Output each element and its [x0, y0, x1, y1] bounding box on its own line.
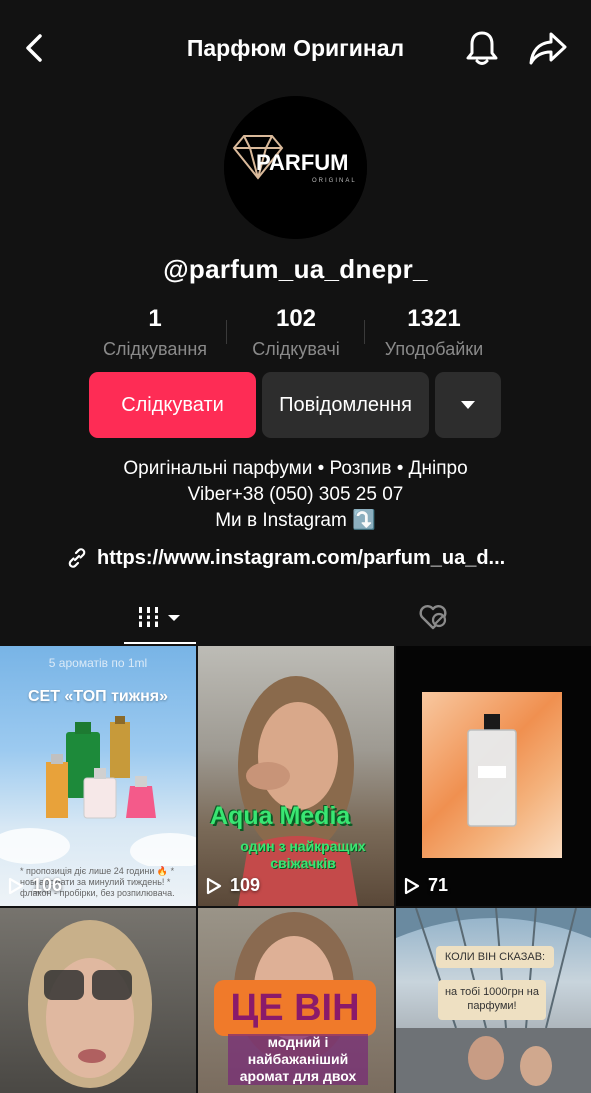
tile-headline: Aqua Media [210, 802, 351, 830]
stat-likes: 1321 Уподобайки [374, 305, 494, 360]
stat-label: Уподобайки [384, 339, 484, 359]
perfume-bottles-image [0, 716, 196, 866]
view-count-value: 71 [428, 875, 449, 895]
video-tile[interactable]: КОЛИ ВІН СКАЗАВ: на тобі 1000грн на парф… [396, 908, 591, 1093]
message-button[interactable]: Повідомлення [262, 372, 429, 438]
bell-icon[interactable] [462, 28, 502, 68]
meme-caption: КОЛИ ВІН СКАЗАВ: [436, 946, 554, 968]
stat-label: Слідкування [102, 339, 208, 359]
bio-line: Оригінальні парфуми • Розпив • Дніпро [123, 458, 468, 479]
avatar[interactable]: PARFUM ORIGINAL [224, 96, 367, 239]
stat-value: 102 [275, 305, 317, 332]
tab-liked[interactable] [408, 590, 458, 644]
stat-divider [364, 320, 365, 344]
share-icon[interactable] [527, 28, 569, 68]
content-tabs [0, 590, 591, 644]
view-count: 106 [8, 875, 62, 896]
tile-subtitle: 5 ароматів по 1ml [48, 656, 148, 670]
tile-caption: модний і найбажаніший аромат для двох [228, 1034, 368, 1085]
video-tile[interactable]: ЦЕ ВІН модний і найбажаніший аромат для … [198, 908, 394, 1093]
link-icon [68, 548, 86, 568]
avatar-logo-text: PARFUM [256, 150, 348, 175]
video-tile[interactable]: 5 ароматів по 1ml СЕТ «ТОП тижня» * проп… [0, 646, 196, 906]
active-tab-indicator [124, 642, 196, 644]
play-icon [404, 877, 420, 894]
profile-link[interactable]: https://www.instagram.com/parfum_ua_d... [65, 544, 505, 572]
stat-followers[interactable]: 102 Слідкувачі [240, 305, 352, 360]
stat-label: Слідкувачі [252, 339, 340, 359]
bio-line: Viber+38 (050) 305 25 07 [187, 484, 404, 505]
stat-value: 1321 [407, 305, 461, 332]
view-count-value: 106 [32, 875, 63, 895]
profile-link-text: https://www.instagram.com/parfum_ua_d... [97, 546, 506, 569]
more-button[interactable] [435, 372, 501, 438]
tile-headline: ЦЕ ВІН [214, 980, 376, 1036]
stat-divider [226, 320, 227, 344]
avatar-logo-subtext: ORIGINAL [312, 178, 357, 184]
bio: Оригінальні парфуми • Розпив • Дніпро Vi… [0, 456, 591, 534]
stat-value: 1 [148, 305, 162, 332]
play-icon [8, 877, 24, 894]
follow-button[interactable]: Слідкувати [89, 372, 256, 438]
person-image [28, 920, 152, 1088]
video-tile[interactable]: Aqua Media один з найкращих свіжачків 10… [198, 646, 394, 906]
view-count-value: 109 [230, 875, 261, 895]
play-icon [206, 877, 222, 894]
page-title: Парфюм Оригинал [186, 35, 405, 61]
username: @parfum_ua_dnepr_ [163, 254, 428, 284]
view-count: 71 [404, 875, 448, 896]
top-bar: Парфюм Оригинал [0, 0, 591, 100]
grid-icon [135, 607, 180, 627]
perfume-bottle-image [467, 714, 517, 827]
stat-following[interactable]: 1 Слідкування [95, 305, 215, 360]
tab-videos[interactable] [124, 590, 196, 644]
video-tile[interactable] [0, 908, 196, 1093]
video-tile[interactable]: 71 [396, 646, 591, 906]
meme-caption: на тобі 1000грн на парфуми! [438, 980, 546, 1020]
view-count: 109 [206, 875, 260, 896]
stats-row: 1 Слідкування 102 Слідкувачі 1321 Уподоб… [0, 305, 591, 365]
hidden-heart-icon [419, 605, 447, 630]
bio-line: Ми в Instagram ⤵️ [215, 510, 376, 531]
tile-headline: СЕТ «ТОП тижня» [27, 688, 169, 705]
caret-down-icon [461, 401, 475, 409]
product-poster [422, 692, 562, 858]
tile-caption: один з найкращих свіжачків [240, 838, 366, 871]
